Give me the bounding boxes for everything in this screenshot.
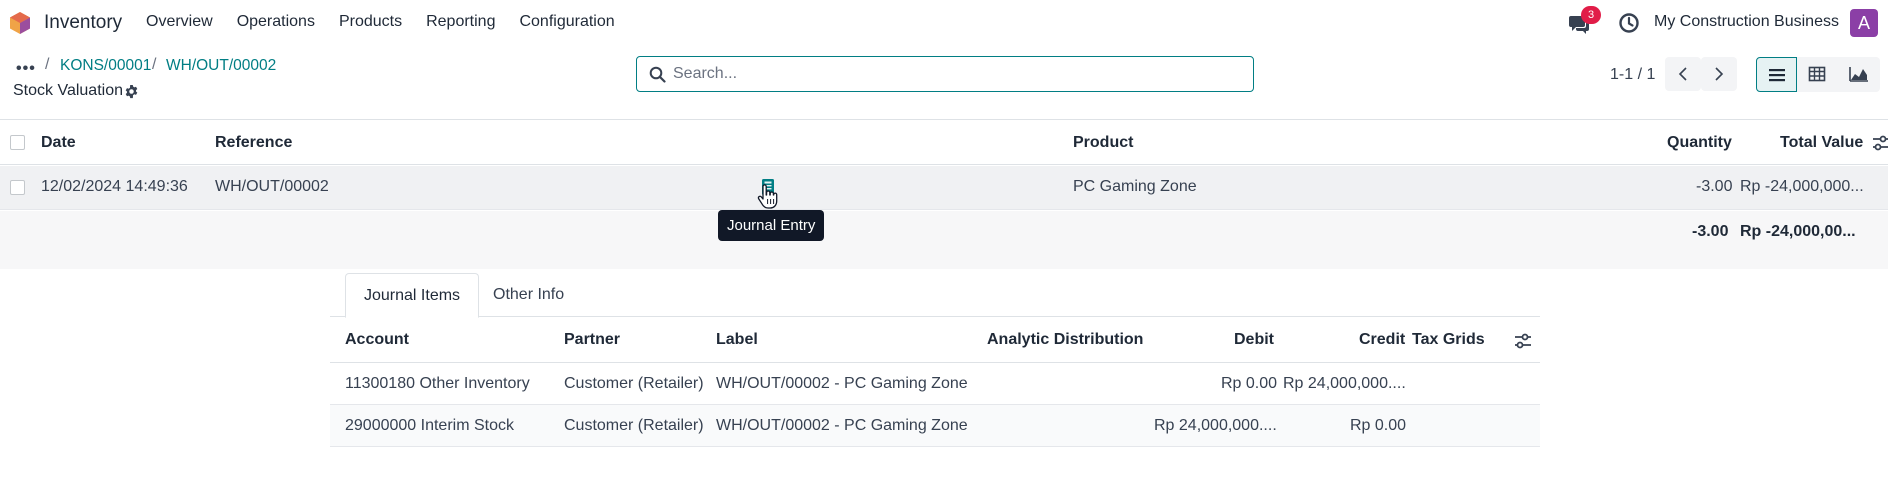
gear-icon[interactable]	[124, 84, 139, 99]
column-header-account[interactable]: Account	[345, 331, 409, 349]
breadcrumb-link[interactable]: WH/OUT/00002	[166, 57, 276, 75]
search-icon	[649, 66, 666, 83]
breadcrumb-more-button[interactable]: •••	[16, 60, 36, 78]
column-header-label[interactable]: Label	[716, 331, 758, 349]
table-row[interactable]: 29000000 Interim Stock Customer (Retaile…	[330, 405, 1540, 447]
pivot-table-icon	[1808, 66, 1826, 82]
pivot-view-button[interactable]	[1797, 57, 1838, 92]
cell-debit: Rp 0.00	[1221, 375, 1278, 392]
journal-items-header: Account Partner Label Analytic Distribut…	[330, 318, 1540, 363]
company-switcher[interactable]: My Construction Business	[1654, 13, 1839, 31]
column-header-date[interactable]: Date	[41, 134, 76, 152]
hand-pointer-cursor-icon	[757, 184, 778, 209]
tab-other-info[interactable]: Other Info	[475, 273, 582, 318]
column-header-quantity[interactable]: Quantity	[1667, 134, 1732, 152]
cell-quantity: -3.00	[1696, 178, 1733, 195]
search-bar	[636, 56, 1880, 92]
activity-clock-icon[interactable]	[1618, 12, 1640, 34]
pager-next-button[interactable]	[1701, 57, 1737, 91]
column-header-analytic-distribution[interactable]: Analytic Distribution	[987, 331, 1143, 349]
cell-label: WH/OUT/00002 - PC Gaming Zone	[716, 417, 968, 434]
chat-badge: 3	[1581, 6, 1601, 24]
table-row[interactable]: 12/02/2024 14:49:36 WH/OUT/00002 PC Gami…	[0, 166, 1888, 210]
optional-columns-icon[interactable]	[1514, 333, 1532, 349]
cell-partner: Customer (Retailer)	[564, 417, 704, 434]
cell-credit: Rp 24,000,000....	[1283, 375, 1406, 392]
notebook-tabs: Journal Items Other Info	[330, 269, 1540, 318]
cell-credit: Rp 0.00	[1350, 417, 1407, 434]
tooltip: Journal Entry	[718, 210, 825, 241]
optional-columns-icon[interactable]	[1872, 135, 1888, 151]
app-name[interactable]: Inventory	[44, 12, 122, 34]
column-header-debit[interactable]: Debit	[1234, 331, 1274, 349]
cell-date: 12/02/2024 14:49:36	[41, 178, 188, 195]
cell-partner: Customer (Retailer)	[564, 375, 704, 392]
list-view-icon	[1769, 69, 1785, 82]
tab-journal-items[interactable]: Journal Items	[345, 273, 480, 318]
breadcrumb-separator: /	[45, 56, 50, 73]
area-chart-icon	[1849, 67, 1868, 82]
cell-account: 29000000 Interim Stock	[345, 417, 514, 434]
user-avatar[interactable]: A	[1850, 9, 1878, 37]
control-panel: ••• / KONS/00001 / WH/OUT/00002 Stock Va…	[0, 46, 1888, 120]
search-input[interactable]	[673, 61, 1233, 87]
page-title: Stock Valuation	[13, 82, 123, 99]
cell-account: 11300180 Other Inventory	[345, 375, 530, 392]
inventory-app-logo-icon[interactable]	[9, 11, 31, 35]
select-all-checkbox[interactable]	[10, 135, 25, 150]
table-row[interactable]: 11300180 Other Inventory Customer (Retai…	[330, 363, 1540, 405]
journal-entry-popover: Journal Items Other Info Account Partner…	[330, 269, 1540, 449]
menu-overview[interactable]: Overview	[146, 13, 213, 31]
graph-view-button[interactable]	[1838, 57, 1879, 92]
menu-products[interactable]: Products	[339, 13, 402, 31]
column-header-product[interactable]: Product	[1073, 134, 1133, 152]
list-view-button[interactable]	[1756, 57, 1797, 92]
column-header-credit[interactable]: Credit	[1359, 331, 1405, 349]
totals-row: -3.00 Rp -24,000,00...	[0, 211, 1888, 269]
cell-total-value: Rp -24,000,000...	[1740, 178, 1864, 195]
view-switcher	[1756, 57, 1880, 92]
cell-reference: WH/OUT/00002	[215, 178, 329, 195]
chevron-left-icon	[1678, 67, 1687, 81]
chevron-right-icon	[1715, 67, 1724, 81]
total-quantity: -3.00	[1692, 223, 1729, 240]
column-header-tax-grids[interactable]: Tax Grids	[1412, 331, 1485, 349]
pager-value[interactable]: 1-1 / 1	[1610, 66, 1655, 84]
column-header-reference[interactable]: Reference	[215, 134, 292, 152]
pager-previous-button[interactable]	[1665, 57, 1701, 91]
menu-reporting[interactable]: Reporting	[426, 13, 495, 31]
main-menu: Overview Operations Products Reporting C…	[146, 13, 639, 31]
breadcrumb-separator: /	[152, 56, 157, 73]
column-header-partner[interactable]: Partner	[564, 331, 620, 349]
top-navbar: Inventory Overview Operations Products R…	[0, 0, 1888, 46]
list-header: Date Reference Product Quantity Total Va…	[0, 121, 1888, 165]
cell-debit: Rp 24,000,000....	[1154, 417, 1277, 434]
row-checkbox[interactable]	[10, 180, 25, 195]
column-header-total-value[interactable]: Total Value	[1780, 134, 1863, 152]
menu-configuration[interactable]: Configuration	[519, 13, 614, 31]
cell-product: PC Gaming Zone	[1073, 178, 1197, 195]
total-value: Rp -24,000,00...	[1740, 223, 1856, 240]
cell-label: WH/OUT/00002 - PC Gaming Zone	[716, 375, 968, 392]
breadcrumb-link[interactable]: KONS/00001	[60, 57, 151, 75]
menu-operations[interactable]: Operations	[237, 13, 315, 31]
